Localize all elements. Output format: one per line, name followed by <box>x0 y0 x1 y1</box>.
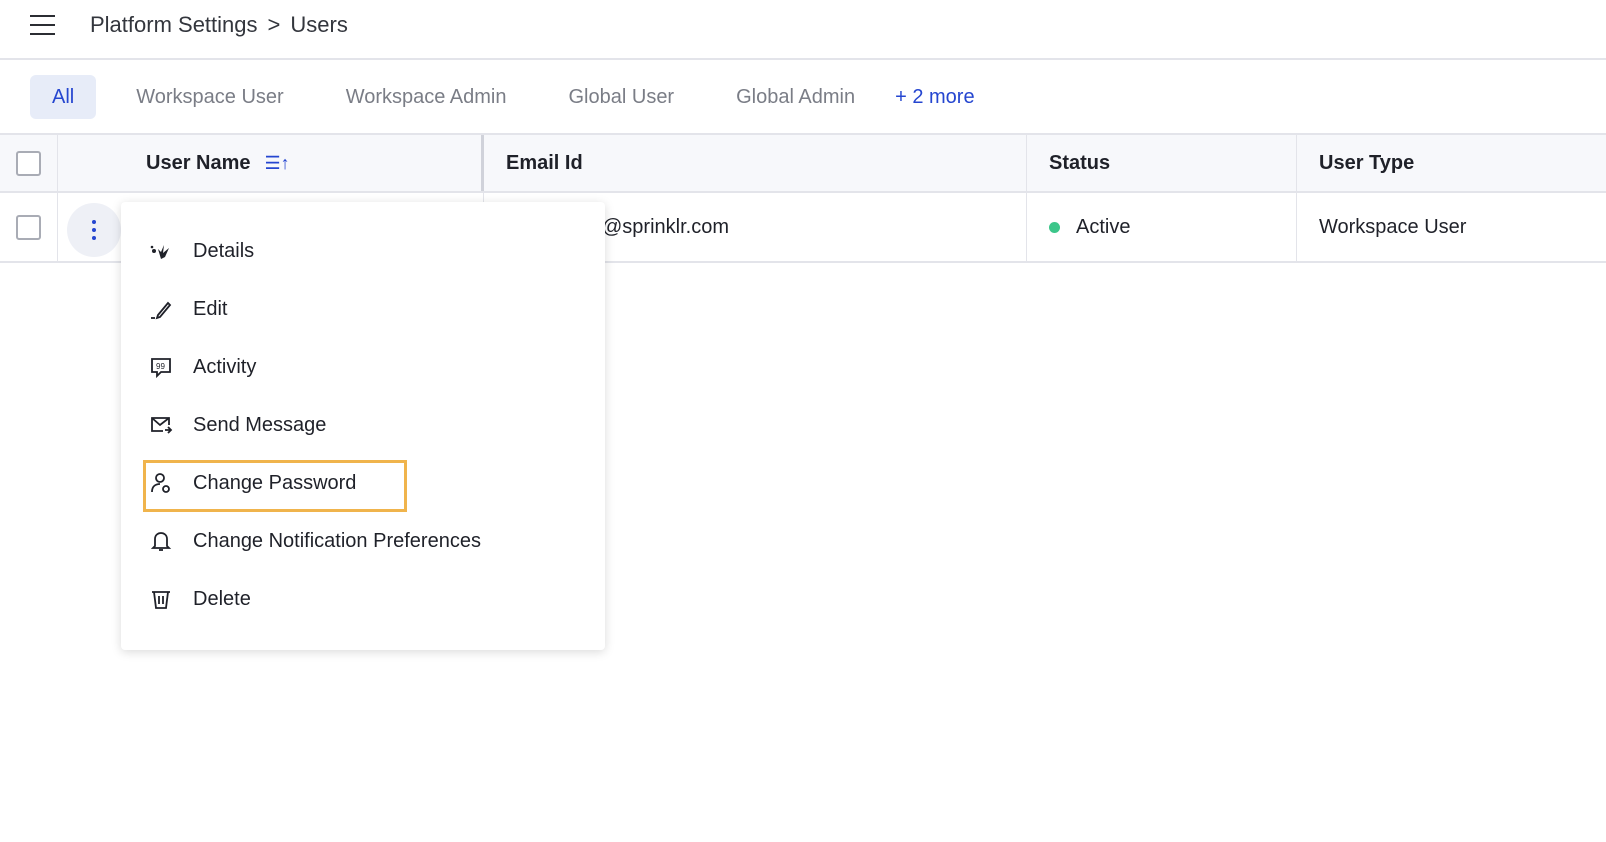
menu-item-label: Edit <box>193 297 228 320</box>
pencil-icon <box>151 301 172 320</box>
menu-item-change-password[interactable]: Change Password <box>121 454 605 512</box>
table-header: User Name ☰↑ Email Id Status User Type <box>0 133 1606 193</box>
svg-text:99: 99 <box>156 362 165 371</box>
bell-icon <box>150 532 172 551</box>
row-actions-kebab-icon[interactable] <box>67 203 121 257</box>
menu-item-label: Send Message <box>193 413 327 436</box>
details-icon <box>150 245 169 259</box>
tab-global-user[interactable]: Global User <box>547 75 697 119</box>
tab-global-admin[interactable]: Global Admin <box>714 75 877 119</box>
menu-item-notification-preferences[interactable]: Change Notification Preferences <box>121 512 605 570</box>
column-user-name[interactable]: User Name <box>146 152 251 175</box>
menu-item-send-message[interactable]: Send Message <box>121 396 605 454</box>
tab-workspace-user[interactable]: Workspace User <box>114 75 305 119</box>
breadcrumb: Platform Settings > Users <box>90 12 348 38</box>
menu-item-details[interactable]: Details <box>121 222 605 280</box>
mail-send-icon <box>151 417 173 434</box>
more-tabs-button[interactable]: + 2 more <box>895 75 974 119</box>
column-email[interactable]: Email Id <box>506 152 583 175</box>
menu-item-label: Change Notification Preferences <box>193 529 481 552</box>
menu-item-label: Details <box>193 239 255 262</box>
status-cell: Active <box>1076 215 1131 238</box>
menu-item-label: Activity <box>193 355 257 378</box>
menu-item-activity[interactable]: 99 Activity <box>121 338 605 396</box>
menu-item-label: Change Password <box>193 471 357 494</box>
select-all-checkbox[interactable] <box>16 150 41 176</box>
email-cell: @sprinklr.com <box>602 215 729 238</box>
status-dot-icon <box>1049 221 1060 233</box>
row-actions-menu: Details Edit 99 Activity Send Message Ch… <box>121 202 605 650</box>
menu-item-edit[interactable]: Edit <box>121 280 605 338</box>
breadcrumb-users: Users <box>290 12 348 37</box>
user-key-icon <box>151 473 170 493</box>
row-checkbox[interactable] <box>16 214 41 240</box>
trash-icon <box>152 591 170 609</box>
quote-bubble-icon: 99 <box>151 358 171 379</box>
sort-ascending-icon[interactable]: ☰↑ <box>265 153 290 174</box>
hamburger-menu-icon[interactable] <box>30 15 55 37</box>
user-type-cell: Workspace User <box>1319 215 1467 238</box>
breadcrumb-platform-settings[interactable]: Platform Settings <box>90 12 258 38</box>
menu-item-label: Delete <box>193 587 251 610</box>
menu-item-delete[interactable]: Delete <box>121 570 605 628</box>
tab-all[interactable]: All <box>30 75 97 119</box>
user-type-tabs: All Workspace User Workspace Admin Globa… <box>30 75 993 119</box>
tab-workspace-admin[interactable]: Workspace Admin <box>324 75 529 119</box>
column-status[interactable]: Status <box>1049 152 1110 175</box>
chevron-right-icon: > <box>267 12 281 37</box>
header: Platform Settings > Users <box>0 0 1606 60</box>
column-user-type[interactable]: User Type <box>1319 152 1414 175</box>
